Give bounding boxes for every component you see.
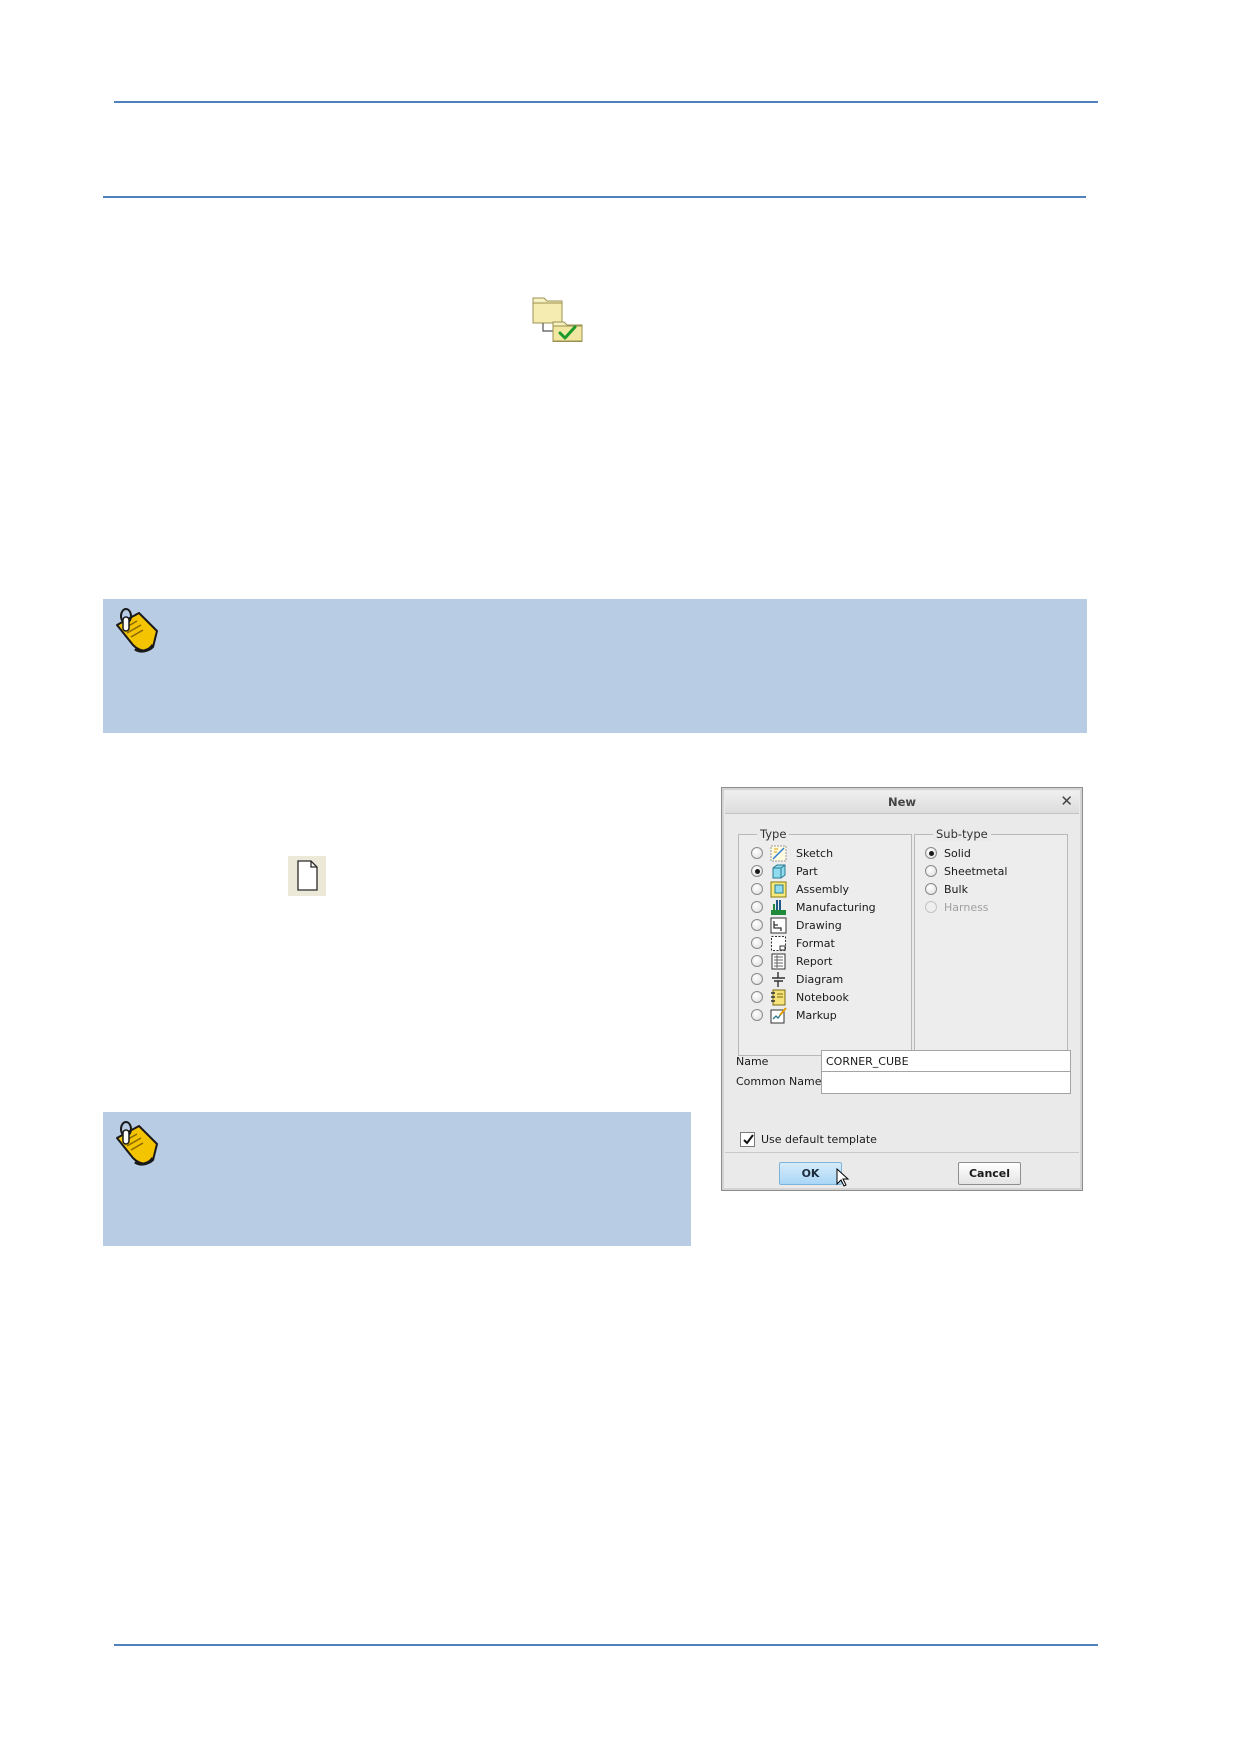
mouse-cursor-icon bbox=[836, 1168, 850, 1187]
type-option-label: Markup bbox=[796, 1008, 837, 1022]
type-option-report[interactable]: Report bbox=[751, 952, 832, 970]
subtype-option-label: Bulk bbox=[944, 882, 968, 896]
type-option-part[interactable]: Part bbox=[751, 862, 818, 880]
type-radio[interactable] bbox=[751, 901, 763, 913]
diagram-icon bbox=[772, 971, 785, 987]
type-option-diagram[interactable]: Diagram bbox=[751, 970, 843, 988]
new-file-icon bbox=[288, 856, 326, 896]
format-icon bbox=[771, 935, 786, 951]
note-pin-icon bbox=[109, 1116, 165, 1172]
type-option-drawing[interactable]: Drawing bbox=[751, 916, 842, 934]
markup-icon bbox=[770, 1006, 787, 1023]
subtype-radio[interactable] bbox=[925, 865, 937, 877]
use-default-template-label: Use default template bbox=[761, 1133, 877, 1146]
header-rule bbox=[114, 101, 1098, 103]
type-option-label: Report bbox=[796, 954, 833, 968]
notebook-icon bbox=[771, 989, 786, 1005]
subtype-radio bbox=[925, 901, 937, 913]
use-default-template-checkbox[interactable] bbox=[740, 1132, 755, 1147]
type-option-label: Sketch bbox=[796, 846, 834, 860]
type-radio[interactable] bbox=[751, 919, 763, 931]
type-option-label: Format bbox=[796, 936, 835, 950]
cancel-button[interactable]: Cancel bbox=[958, 1162, 1021, 1185]
type-option-format[interactable]: Format bbox=[751, 934, 835, 952]
new-dialog: New ✕ Type Sketch Part Assembly Manufact… bbox=[721, 787, 1083, 1191]
subtype-option-sheetmetal[interactable]: Sheetmetal bbox=[925, 862, 1007, 880]
type-option-label: Manufacturing bbox=[796, 900, 876, 914]
type-group-legend: Type bbox=[757, 827, 790, 841]
subtype-group-legend: Sub-type bbox=[933, 827, 991, 841]
dialog-title: New bbox=[887, 795, 917, 809]
dialog-separator bbox=[725, 1152, 1079, 1153]
manufacturing-icon bbox=[771, 899, 786, 915]
subtype-group: Sub-type Solid Sheetmetal Bulk Harness bbox=[914, 827, 1068, 1056]
close-icon[interactable]: ✕ bbox=[1060, 793, 1073, 810]
subtype-option-harness: Harness bbox=[925, 898, 989, 916]
use-default-template-row[interactable]: Use default template bbox=[740, 1132, 877, 1147]
type-option-label: Part bbox=[796, 864, 818, 878]
note-pin-icon bbox=[109, 603, 165, 659]
type-radio[interactable] bbox=[751, 955, 763, 967]
type-option-label: Assembly bbox=[796, 882, 850, 896]
type-option-notebook[interactable]: Notebook bbox=[751, 988, 849, 1006]
note-box bbox=[103, 1112, 691, 1246]
type-radio[interactable] bbox=[751, 1009, 763, 1021]
common-name-label: Common Name bbox=[736, 1075, 822, 1088]
drawing-icon bbox=[770, 917, 787, 933]
sketch-icon bbox=[770, 845, 787, 861]
ok-button[interactable]: OK bbox=[779, 1162, 842, 1185]
type-radio[interactable] bbox=[751, 937, 763, 949]
folder-checkmark-icon bbox=[531, 292, 587, 343]
type-group: Type Sketch Part Assembly Manufacturing … bbox=[738, 827, 912, 1056]
subtype-radio[interactable] bbox=[925, 847, 937, 859]
footer-rule bbox=[114, 1644, 1098, 1646]
type-option-label: Notebook bbox=[796, 990, 849, 1004]
type-option-sketch[interactable]: Sketch bbox=[751, 844, 833, 862]
type-option-label: Diagram bbox=[796, 972, 844, 986]
type-radio[interactable] bbox=[751, 883, 763, 895]
part-icon bbox=[772, 864, 786, 878]
note-box bbox=[103, 599, 1087, 733]
subtype-option-label: Sheetmetal bbox=[944, 864, 1008, 878]
subtype-option-label: Solid bbox=[944, 846, 971, 860]
assembly-icon bbox=[770, 881, 787, 897]
subtype-option-label: Harness bbox=[944, 900, 989, 914]
common-name-field[interactable] bbox=[821, 1071, 1071, 1094]
type-option-markup[interactable]: Markup bbox=[751, 1006, 837, 1024]
dialog-titlebar[interactable]: New ✕ bbox=[725, 791, 1079, 814]
type-option-assembly[interactable]: Assembly bbox=[751, 880, 849, 898]
type-radio[interactable] bbox=[751, 973, 763, 985]
type-option-label: Drawing bbox=[796, 918, 842, 932]
subtype-option-bulk[interactable]: Bulk bbox=[925, 880, 968, 898]
type-radio[interactable] bbox=[751, 865, 763, 877]
subtype-option-solid[interactable]: Solid bbox=[925, 844, 971, 862]
type-radio[interactable] bbox=[751, 991, 763, 1003]
title-rule bbox=[103, 196, 1086, 198]
name-label: Name bbox=[736, 1055, 769, 1068]
name-field[interactable]: CORNER_CUBE bbox=[821, 1050, 1071, 1073]
subtype-radio[interactable] bbox=[925, 883, 937, 895]
report-icon bbox=[771, 953, 786, 969]
type-option-manufacturing[interactable]: Manufacturing bbox=[751, 898, 876, 916]
type-radio[interactable] bbox=[751, 847, 763, 859]
